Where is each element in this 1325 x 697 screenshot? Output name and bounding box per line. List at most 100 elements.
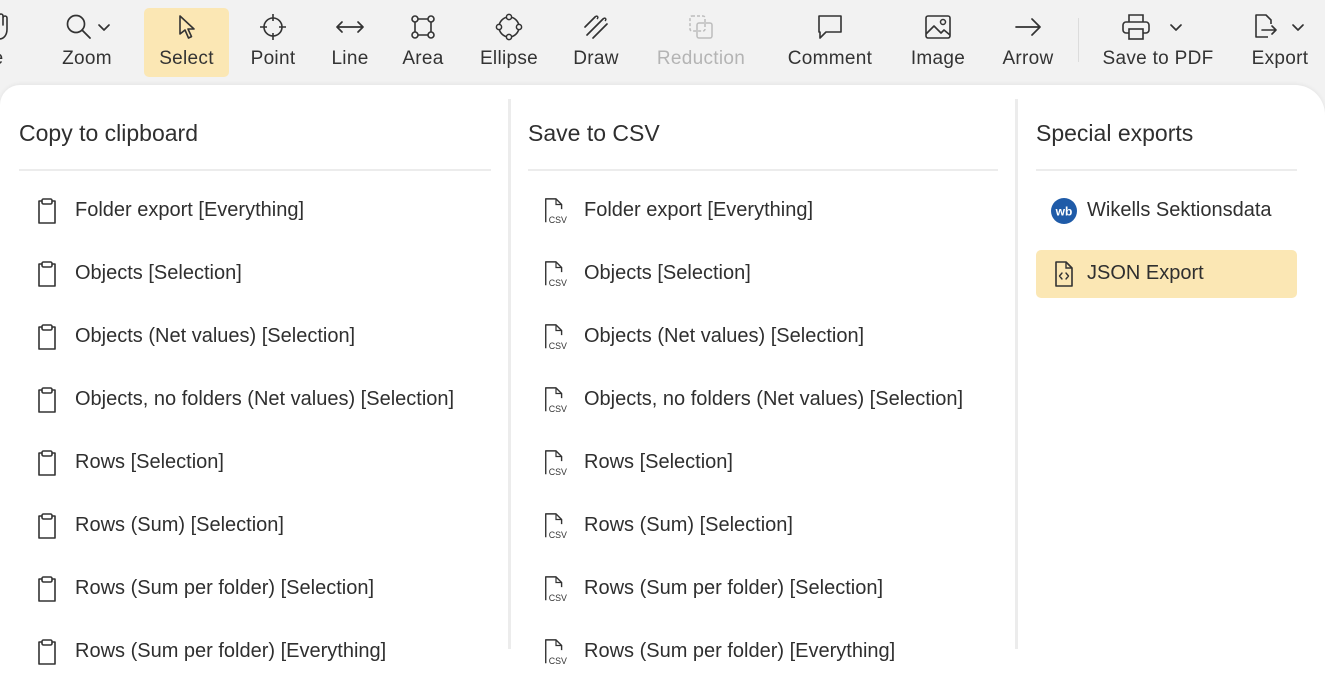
arrow-tool-button[interactable]: Arrow (996, 8, 1060, 77)
area-tool-button[interactable]: Area (392, 8, 454, 77)
csv-item[interactable]: CSV Rows (Sum per folder) [Selection] (528, 565, 998, 613)
comment-tool-button[interactable]: Comment (782, 8, 878, 77)
clipboard-icon (33, 259, 61, 289)
move-tool-label: ove (0, 48, 4, 70)
clipboard-icon (33, 637, 61, 667)
clipboard-icon (33, 196, 61, 226)
clipboard-item-label: Objects [Selection] (75, 262, 242, 284)
printer-icon (1122, 14, 1150, 40)
area-icon (411, 15, 435, 39)
csv-item-label: Rows (Sum per folder) [Everything] (584, 640, 896, 662)
csv-file-icon: CSV (542, 574, 570, 604)
csv-item-label: Objects, no folders (Net values) [Select… (584, 388, 964, 410)
reduction-tool-button[interactable]: Reduction (650, 8, 752, 77)
json-export-item[interactable]: JSON Export (1036, 250, 1297, 298)
clipboard-item[interactable]: Objects, no folders (Net values) [Select… (19, 376, 491, 424)
export-label: Export (1251, 48, 1309, 69)
image-icon (925, 15, 951, 39)
select-cursor-icon (178, 15, 195, 39)
export-menu-panel: Copy to clipboard Folder export [Everyth… (0, 85, 1325, 697)
csv-item-label: Objects [Selection] (584, 262, 751, 284)
csv-item[interactable]: CSV Objects (Net values) [Selection] (528, 313, 998, 361)
csv-file-icon: CSV (542, 196, 570, 226)
csv-file-icon: CSV (542, 322, 570, 352)
point-tool-button[interactable]: Point (240, 8, 306, 77)
chevron-down-icon[interactable] (1291, 20, 1305, 38)
column-separator (1015, 99, 1018, 649)
arrow-tool-label: Arrow (1002, 48, 1054, 69)
ellipse-tool-button[interactable]: Ellipse (470, 8, 548, 77)
wikells-sektionsdata-item[interactable]: wb Wikells Sektionsdata (1036, 187, 1297, 235)
clipboard-item[interactable]: Folder export [Everything] (19, 187, 491, 235)
clipboard-item-label: Objects, no folders (Net values) [Select… (75, 388, 455, 410)
clipboard-column-title: Copy to clipboard (19, 120, 198, 146)
arrow-icon (1015, 18, 1041, 36)
csv-item-label: Rows [Selection] (584, 451, 733, 473)
save-to-pdf-label: Save to PDF (1102, 48, 1214, 69)
csv-item-label: Folder export [Everything] (584, 199, 813, 221)
csv-item[interactable]: CSV Objects, no folders (Net values) [Sel… (528, 376, 998, 424)
clipboard-item-label: Rows (Sum per folder) [Selection] (75, 577, 375, 599)
csv-item[interactable]: CSV Rows (Sum per folder) [Everything] (528, 628, 998, 676)
csv-item-label: Rows (Sum) [Selection] (584, 514, 793, 536)
csv-item[interactable]: CSV Rows (Sum) [Selection] (528, 502, 998, 550)
svg-text:CSV: CSV (549, 593, 567, 603)
clipboard-item-label: Rows (Sum per folder) [Everything] (75, 640, 387, 662)
csv-item[interactable]: CSV Rows [Selection] (528, 439, 998, 487)
csv-file-icon: CSV (542, 385, 570, 415)
select-tool-button[interactable]: Select (144, 8, 229, 77)
image-tool-button[interactable]: Image (904, 8, 972, 77)
svg-text:CSV: CSV (549, 404, 567, 414)
comment-tool-label: Comment (787, 48, 873, 69)
clipboard-item[interactable]: Objects (Net values) [Selection] (19, 313, 491, 361)
clipboard-item-label: Rows [Selection] (75, 451, 224, 473)
special-exports-title: Special exports (1036, 120, 1194, 146)
clipboard-item[interactable]: Rows (Sum per folder) [Selection] (19, 565, 491, 613)
clipboard-icon (33, 511, 61, 541)
clipboard-item-label: Rows (Sum) [Selection] (75, 514, 284, 536)
clipboard-icon (33, 385, 61, 415)
wikells-logo-icon: wb (1050, 196, 1078, 226)
clipboard-item[interactable]: Rows (Sum per folder) [Everything] (19, 628, 491, 676)
column-divider-line (19, 169, 491, 171)
draw-icon (584, 15, 608, 39)
column-separator (508, 99, 511, 649)
zoom-tool-button[interactable]: Zoom (52, 8, 124, 77)
chevron-down-icon[interactable] (1169, 20, 1183, 38)
zoom-icon (66, 14, 91, 39)
draw-tool-button[interactable]: Draw (566, 8, 626, 77)
json-export-label: JSON Export (1087, 262, 1204, 284)
clipboard-item[interactable]: Rows [Selection] (19, 439, 491, 487)
csv-item-label: Rows (Sum per folder) [Selection] (584, 577, 884, 599)
column-divider-line (1036, 169, 1297, 171)
crosshair-icon (260, 14, 286, 40)
clipboard-item[interactable]: Objects [Selection] (19, 250, 491, 298)
csv-item[interactable]: CSV Folder export [Everything] (528, 187, 998, 235)
csv-item-label: Objects (Net values) [Selection] (584, 325, 865, 347)
clipboard-item[interactable]: Rows (Sum) [Selection] (19, 502, 491, 550)
wikells-sektionsdata-label: Wikells Sektionsdata (1087, 199, 1272, 221)
csv-item[interactable]: CSV Objects [Selection] (528, 250, 998, 298)
hand-icon (0, 13, 8, 40)
export-button[interactable]: Export (1246, 8, 1314, 77)
svg-text:CSV: CSV (549, 278, 567, 288)
json-file-icon (1050, 259, 1078, 289)
csv-file-icon: CSV (542, 259, 570, 289)
column-divider-line (528, 169, 998, 171)
clipboard-icon (33, 574, 61, 604)
csv-file-icon: CSV (542, 637, 570, 667)
toolbar: ove Zoom Select Point (0, 0, 1325, 84)
clipboard-icon (33, 322, 61, 352)
save-to-pdf-button[interactable]: Save to PDF (1098, 8, 1218, 77)
reduction-icon (689, 15, 713, 39)
line-icon (336, 21, 364, 33)
ellipse-icon (495, 13, 523, 41)
reduction-tool-label: Reduction (656, 48, 746, 69)
svg-text:CSV: CSV (549, 341, 567, 351)
svg-text:CSV: CSV (549, 656, 567, 666)
svg-text:CSV: CSV (549, 530, 567, 540)
clipboard-item-label: Folder export [Everything] (75, 199, 304, 221)
comment-icon (818, 15, 842, 39)
chevron-down-icon[interactable] (97, 20, 111, 38)
csv-column-title: Save to CSV (528, 120, 660, 146)
